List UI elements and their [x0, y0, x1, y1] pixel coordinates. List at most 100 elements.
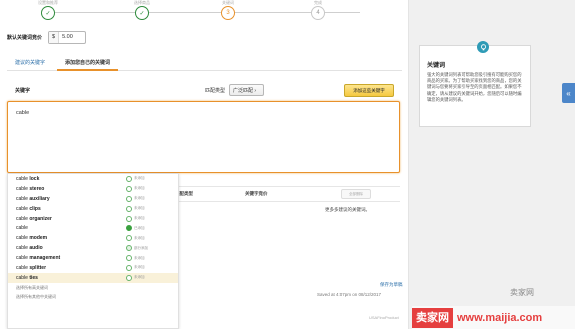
default-bid-input[interactable]: $ 5.00 [48, 30, 87, 44]
suggestion-item[interactable]: cable organizer 未添加 [8, 214, 178, 224]
suggestion-item[interactable]: cable management 未添加 [8, 253, 178, 263]
step-4-label: 完成 [314, 0, 322, 5]
step-3-label: 关键词 [222, 0, 234, 5]
suggestion-status-label: 已添加 [134, 225, 145, 230]
table-empty-message: 更多多建议的关键词。 [325, 207, 370, 212]
match-type-label: 匹配类型 [204, 87, 225, 94]
step-4: 完成 4 [288, 0, 348, 20]
suggestion-item[interactable]: cable ties 未添加 [8, 272, 178, 283]
suggestion-text: cable ties [16, 275, 126, 281]
suggestion-prefix: cable [16, 255, 28, 262]
suggestion-status-label: 未添加 [134, 235, 145, 240]
suggestion-item[interactable]: cable clips 未添加 [8, 204, 178, 214]
suggestion-status-label: 未添加 [134, 186, 145, 191]
suggestion-status-label: 未添加 [134, 196, 145, 201]
suggestion-item[interactable]: cable stereo 未添加 [8, 184, 178, 194]
suggestion-item[interactable]: cable 已添加 [8, 223, 178, 233]
suggestion-rest: lock [27, 175, 40, 182]
suggestion-rest: ties [27, 274, 38, 281]
suggestion-rest: stereo [27, 185, 45, 192]
tab-suggested-keywords[interactable]: 建议的关键字 [7, 55, 53, 71]
suggestion-status: 未添加 [126, 185, 178, 192]
main-content: 设置和推荐 ✓ 选择商品 ✓ 关键词 3 完成 4 默认关键词竞价 $ 5.00… [0, 0, 408, 329]
suggestion-status-label: 未添加 [134, 216, 145, 220]
suggestion-status: 未添加 [126, 215, 178, 222]
suggestion-status: 未添加 [126, 255, 178, 262]
keyword-panel-header: 关键字 匹配类型 广泛匹配 › 添加这些关键字 [7, 81, 400, 99]
step-3: 关键词 3 [198, 0, 258, 20]
status-circle-icon [126, 215, 132, 222]
suggestion-status-label: 未添加 [134, 176, 145, 181]
suggestion-status: 已添加 [126, 225, 178, 232]
status-circle-icon [126, 264, 132, 271]
suggestion-rest: clips [27, 205, 41, 212]
remove-all-button[interactable]: 全部删除 [341, 189, 371, 199]
keyword-table-header: 匹配类型 关键字竞价 全部删除 [175, 186, 400, 202]
suggestion-item[interactable]: cable auxiliary 未添加 [8, 194, 178, 204]
lightbulb-icon-svg [480, 43, 486, 50]
suggestion-rest: organizer [27, 215, 52, 222]
keyword-tabs: 建议的关键字 添加您自己的关键词 [7, 55, 402, 71]
suggestion-status: 未添加 [126, 264, 178, 271]
status-circle-icon [126, 225, 132, 232]
saved-at-text: Saved at 4:07pm on 08/12/2017 [317, 292, 382, 297]
suggestion-rest: splitter [27, 264, 47, 271]
step-2-label: 选择商品 [134, 0, 150, 5]
add-keywords-button[interactable]: 添加这些关键字 [344, 83, 394, 97]
status-circle-icon [126, 185, 132, 192]
default-bid-label: 默认关键词竞价 [7, 34, 43, 41]
suggestion-footer-link[interactable]: 选择所有其他中关键词 [8, 292, 178, 301]
suggestion-footer-link[interactable]: 选择所有高关键词 [8, 283, 178, 292]
suggestion-item[interactable]: cable modem 未添加 [8, 233, 178, 243]
checkmark-icon: ✓ [135, 6, 149, 20]
status-circle-icon [126, 235, 132, 242]
default-bid-value[interactable]: 5.00 [59, 34, 73, 40]
suggestion-status: 未添加 [126, 274, 178, 281]
suggestion-rest: management [27, 255, 61, 262]
suggestion-rest: auxiliary [27, 195, 50, 202]
suggestion-prefix: cable [16, 195, 28, 202]
step-4-circle: 4 [311, 6, 325, 20]
status-circle-icon [126, 205, 132, 212]
status-circle-icon [126, 245, 132, 252]
suggestion-text: cable modem [16, 235, 126, 241]
tab-add-own-keywords[interactable]: 添加您自己的关键词 [57, 55, 119, 71]
step-1: 设置和推荐 ✓ [18, 0, 78, 20]
suggestion-item[interactable]: cable splitter 未添加 [8, 263, 178, 273]
suggestion-item[interactable]: cable lock 未添加 [8, 174, 178, 184]
wechat-watermark-text: 卖家网 [510, 288, 534, 297]
suggestion-rest: audio [27, 245, 43, 252]
step-3-circle: 3 [221, 6, 235, 20]
help-title: 关键词 [427, 63, 446, 69]
suggestion-prefix: cable [16, 225, 28, 232]
double-chevron-left-icon: « [566, 88, 571, 98]
keyword-suggestions-dropdown: cable lock 未添加 cable stereo 未添加 cable auxili… [7, 173, 179, 329]
step-2: 选择商品 ✓ [112, 0, 172, 20]
suggestion-status-label: 未添加 [134, 206, 145, 211]
status-circle-icon [126, 255, 132, 262]
suggestion-status: 未添加 [126, 175, 178, 182]
suggestion-text: cable lock [16, 176, 126, 182]
save-draft-link[interactable]: 保存为草稿 [380, 282, 403, 288]
status-circle-icon [126, 274, 132, 281]
suggestion-prefix: cable [16, 245, 28, 252]
default-bid-row: 默认关键词竞价 $ 5.00 [7, 30, 87, 44]
collapse-panel-handle[interactable]: « [562, 83, 575, 103]
match-type-select[interactable]: 广泛匹配 › [229, 84, 264, 96]
suggestion-text: cable splitter [16, 265, 126, 271]
suggestion-item[interactable]: cable audio 部分添加 [8, 243, 178, 253]
step-1-label: 设置和推荐 [38, 0, 58, 5]
suggestion-prefix: cable [16, 264, 28, 271]
suggestion-rest: modem [27, 235, 48, 242]
footer-text: USAFinoProduct [369, 315, 399, 320]
suggestion-text: cable auxiliary [16, 196, 126, 202]
lightbulb-icon [477, 41, 489, 53]
help-card: 关键词 强大的关键词列表可帮助您吸引搜有可能购买您的商品的买家。为了帮助买家找到… [419, 41, 531, 127]
checkmark-icon: ✓ [41, 6, 55, 20]
suggestion-text: cable stereo [16, 186, 126, 192]
suggestion-status: 未添加 [126, 235, 178, 242]
keyword-textarea[interactable]: cable [7, 101, 400, 173]
suggestion-prefix: cable [16, 175, 28, 182]
status-circle-icon [126, 195, 132, 202]
suggestion-status: 未添加 [126, 205, 178, 212]
